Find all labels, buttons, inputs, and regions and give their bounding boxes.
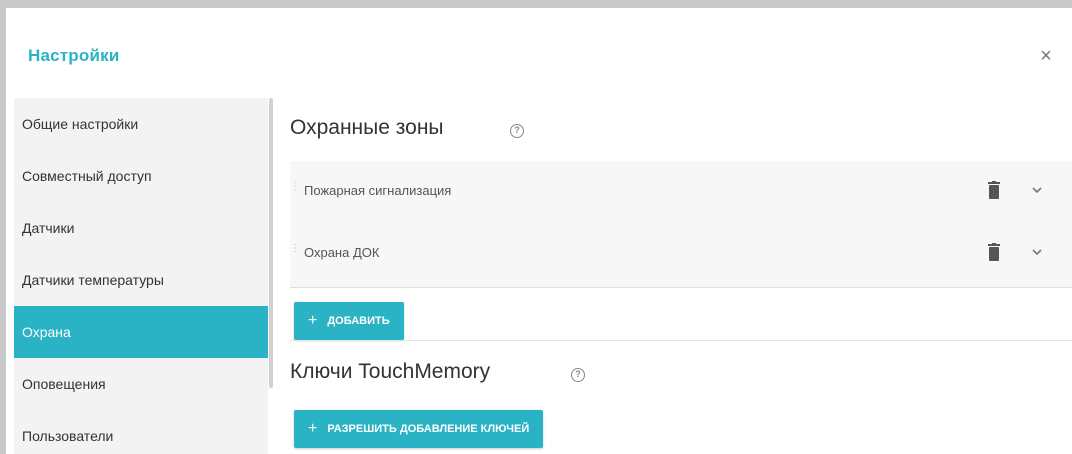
settings-dialog: Настройки × Общие настройки Совместный д… — [6, 8, 1072, 454]
drag-handle-icon[interactable]: ⋮ — [290, 244, 300, 259]
chevron-down-icon[interactable] — [1030, 183, 1044, 197]
main-content: Охранные зоны ? ⋮ Пожарная сигнализация … — [288, 98, 1072, 454]
section-divider — [290, 340, 1072, 341]
dialog-header: Настройки × — [6, 8, 1072, 98]
sidebar-scrollbar[interactable] — [269, 98, 273, 388]
close-icon[interactable]: × — [1034, 44, 1058, 68]
sidebar-item-sensors[interactable]: Датчики — [14, 202, 268, 254]
zone-name: Пожарная сигнализация — [304, 183, 452, 198]
zone-name: Охрана ДОК — [304, 245, 380, 260]
zone-row[interactable]: ⋮ Пожарная сигнализация — [290, 161, 1072, 223]
add-zone-button-label: ДОБАВИТЬ — [327, 315, 390, 328]
sidebar-item-users[interactable]: Пользователи — [14, 410, 268, 454]
sidebar-item-temperature-sensors[interactable]: Датчики температуры — [14, 254, 268, 306]
allow-keys-button-label: РАЗРЕШИТЬ ДОБАВЛЕНИЕ КЛЮЧЕЙ — [327, 423, 530, 436]
sidebar-item-shared-access[interactable]: Совместный доступ — [14, 150, 268, 202]
zones-list: ⋮ Пожарная сигнализация ⋮ Охрана ДОК — [290, 161, 1072, 288]
drag-handle-icon[interactable]: ⋮ — [290, 182, 300, 197]
sidebar-item-general[interactable]: Общие настройки — [14, 98, 268, 150]
plus-icon: + — [308, 312, 318, 330]
settings-sidebar: Общие настройки Совместный доступ Датчик… — [14, 98, 268, 454]
dialog-title: Настройки — [28, 46, 120, 65]
sidebar-item-security[interactable]: Охрана — [14, 306, 268, 358]
chevron-down-icon[interactable] — [1030, 245, 1044, 259]
help-icon[interactable]: ? — [571, 368, 585, 382]
help-icon[interactable]: ? — [510, 124, 524, 138]
plus-icon: + — [308, 420, 318, 438]
keys-section-title: Ключи TouchMemory — [290, 360, 491, 383]
sidebar-item-notifications[interactable]: Оповещения — [14, 358, 268, 410]
zones-section-title: Охранные зоны — [290, 116, 444, 139]
zone-row[interactable]: ⋮ Охрана ДОК — [290, 223, 1072, 285]
allow-keys-button[interactable]: + РАЗРЕШИТЬ ДОБАВЛЕНИЕ КЛЮЧЕЙ — [294, 410, 544, 448]
trash-icon[interactable] — [988, 243, 1000, 261]
add-zone-button[interactable]: + ДОБАВИТЬ — [294, 302, 404, 340]
trash-icon[interactable] — [988, 181, 1000, 199]
